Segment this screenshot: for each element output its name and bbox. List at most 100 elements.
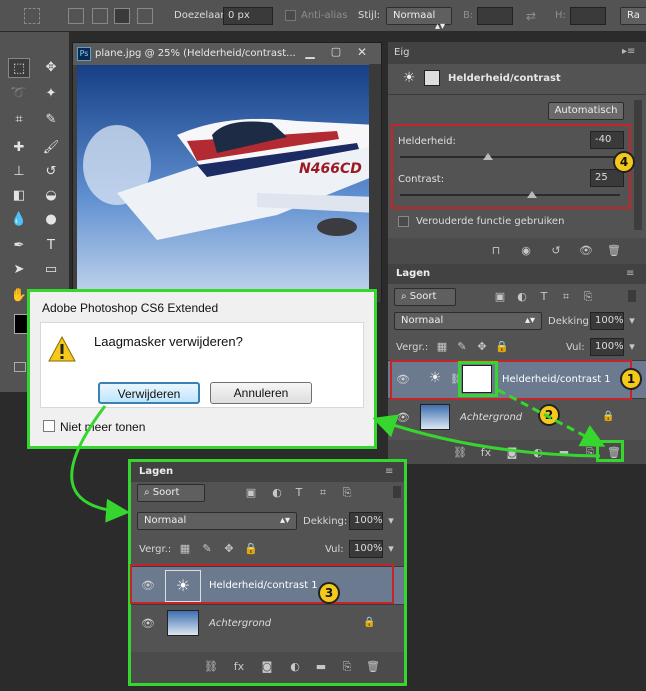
- filter-shape-icon[interactable]: ⌗: [315, 486, 331, 500]
- view-previous-icon[interactable]: ◉: [518, 244, 534, 257]
- fill-input[interactable]: 100%: [349, 540, 383, 558]
- move-icon[interactable]: ✥: [40, 58, 62, 78]
- refine-edge-button[interactable]: Ra: [620, 7, 646, 25]
- fill-dropdown-icon[interactable]: ▾: [624, 340, 640, 353]
- fill-input[interactable]: 100%: [590, 338, 624, 356]
- subtract-selection-icon[interactable]: [114, 8, 130, 24]
- width-input[interactable]: [477, 7, 513, 25]
- lock-all-icon[interactable]: 🔒: [494, 340, 510, 353]
- layers-menu-icon[interactable]: ≡: [385, 466, 393, 477]
- mask-icon[interactable]: [424, 70, 440, 86]
- antialias-checkbox[interactable]: [285, 10, 296, 21]
- filter-pixel-icon[interactable]: ▣: [243, 486, 259, 499]
- filter-type-icon[interactable]: T: [291, 486, 307, 499]
- filter-pixel-icon[interactable]: ▣: [492, 290, 508, 303]
- fx-icon[interactable]: fx: [478, 446, 494, 459]
- brush-icon[interactable]: 🖌: [40, 138, 62, 158]
- link-layers-icon[interactable]: ⛓: [452, 446, 468, 459]
- crop-icon[interactable]: ⌗: [8, 110, 30, 130]
- legacy-checkbox[interactable]: [398, 216, 409, 227]
- history-brush-icon[interactable]: ↺: [40, 162, 62, 182]
- image-canvas[interactable]: N466CD: [77, 65, 377, 303]
- layers-tab[interactable]: Lagen: [396, 268, 430, 279]
- new-adjustment-icon[interactable]: ◐: [287, 660, 303, 673]
- layer-row-background[interactable]: 👁 Achtergrond 🔒: [388, 398, 646, 436]
- visibility-icon[interactable]: 👁: [578, 244, 594, 257]
- layer-row-background[interactable]: 👁 Achtergrond 🔒: [131, 604, 404, 642]
- opacity-input[interactable]: 100%: [349, 512, 383, 530]
- rect-marquee-icon[interactable]: ⬚: [8, 58, 30, 78]
- new-adjustment-icon[interactable]: ◐: [530, 446, 546, 459]
- stamp-icon[interactable]: ⊥: [8, 162, 30, 182]
- magic-wand-icon[interactable]: ✦: [40, 84, 62, 104]
- quick-mask-icon[interactable]: [14, 362, 26, 372]
- new-selection-icon[interactable]: [68, 8, 84, 24]
- new-layer-icon[interactable]: ⎘: [339, 660, 355, 674]
- healing-icon[interactable]: ✚: [8, 138, 30, 158]
- lock-all-icon[interactable]: 🔒: [243, 542, 259, 555]
- height-input[interactable]: [570, 7, 606, 25]
- type-icon[interactable]: T: [40, 236, 62, 256]
- delete-layer-icon[interactable]: 🗑: [365, 660, 381, 673]
- blur-icon[interactable]: 💧: [8, 210, 30, 230]
- new-group-icon[interactable]: ▬: [556, 446, 572, 459]
- paint-bucket-icon[interactable]: ◒: [40, 186, 62, 206]
- opacity-dropdown-icon[interactable]: ▾: [383, 514, 399, 527]
- reset-icon[interactable]: ↺: [548, 244, 564, 257]
- auto-button[interactable]: Automatisch: [548, 102, 624, 120]
- link-layers-icon[interactable]: ⛓: [203, 660, 219, 673]
- intersect-selection-icon[interactable]: [137, 8, 153, 24]
- filter-adjustment-icon[interactable]: ◐: [514, 290, 530, 303]
- blend-mode-select[interactable]: Normaal ▴▾: [394, 312, 542, 330]
- layer-filter-select[interactable]: ⌕ Soort: [394, 288, 456, 306]
- layer-filter-select[interactable]: ⌕ Soort: [137, 484, 205, 502]
- dont-show-checkbox[interactable]: [43, 420, 55, 432]
- filter-smart-icon[interactable]: ⎘: [339, 486, 355, 500]
- clip-to-layer-icon[interactable]: ⊓: [488, 244, 504, 257]
- eraser-icon[interactable]: ◧: [8, 186, 30, 206]
- filter-smart-icon[interactable]: ⎘: [580, 290, 596, 304]
- lock-transparency-icon[interactable]: ▦: [434, 340, 450, 353]
- layers-tab[interactable]: Lagen: [139, 466, 173, 477]
- pen-icon[interactable]: ✒: [8, 236, 30, 256]
- dodge-icon[interactable]: ●: [40, 210, 62, 230]
- lock-position-icon[interactable]: ✥: [221, 542, 237, 555]
- eye-icon[interactable]: 👁: [141, 617, 155, 630]
- maximize-icon[interactable]: ▢: [325, 45, 347, 61]
- lock-pixels-icon[interactable]: ✎: [199, 542, 215, 555]
- close-icon[interactable]: ✕: [351, 45, 373, 61]
- filter-toggle[interactable]: [393, 486, 401, 498]
- style-select[interactable]: Normaal ▴▾: [386, 7, 452, 32]
- opacity-dropdown-icon[interactable]: ▾: [624, 314, 640, 327]
- filter-toggle[interactable]: [628, 290, 636, 302]
- marquee-tool-icon[interactable]: [24, 8, 40, 24]
- new-group-icon[interactable]: ▬: [313, 660, 329, 673]
- add-mask-icon[interactable]: ◙: [259, 660, 275, 673]
- filter-type-icon[interactable]: T: [536, 290, 552, 303]
- lock-position-icon[interactable]: ✥: [474, 340, 490, 353]
- eyedropper-icon[interactable]: ✎: [40, 110, 62, 130]
- properties-tab[interactable]: Eig: [394, 47, 409, 58]
- add-selection-icon[interactable]: [92, 8, 108, 24]
- fill-dropdown-icon[interactable]: ▾: [383, 542, 399, 555]
- blend-mode-select[interactable]: Normaal ▴▾: [137, 512, 297, 530]
- opacity-input[interactable]: 100%: [590, 312, 624, 330]
- layers-menu-icon[interactable]: ≡: [626, 268, 634, 279]
- minimize-icon[interactable]: ▁: [299, 45, 321, 61]
- feather-input[interactable]: 0 px: [223, 7, 273, 25]
- path-select-icon[interactable]: ➤: [8, 260, 30, 280]
- document-scrollbar[interactable]: [369, 64, 381, 302]
- cancel-button[interactable]: Annuleren: [210, 382, 312, 404]
- properties-scrollbar[interactable]: [634, 100, 642, 230]
- filter-shape-icon[interactable]: ⌗: [558, 290, 574, 304]
- fx-icon[interactable]: fx: [231, 660, 247, 673]
- eye-icon[interactable]: 👁: [396, 411, 410, 424]
- filter-adjustment-icon[interactable]: ◐: [269, 486, 285, 499]
- lock-transparency-icon[interactable]: ▦: [177, 542, 193, 555]
- lasso-icon[interactable]: ➰: [8, 84, 30, 104]
- trash-icon[interactable]: 🗑: [606, 244, 622, 257]
- lock-pixels-icon[interactable]: ✎: [454, 340, 470, 353]
- shape-icon[interactable]: ▭: [40, 260, 62, 280]
- add-mask-icon[interactable]: ◙: [504, 446, 520, 459]
- swap-icon[interactable]: ⇄: [526, 9, 536, 23]
